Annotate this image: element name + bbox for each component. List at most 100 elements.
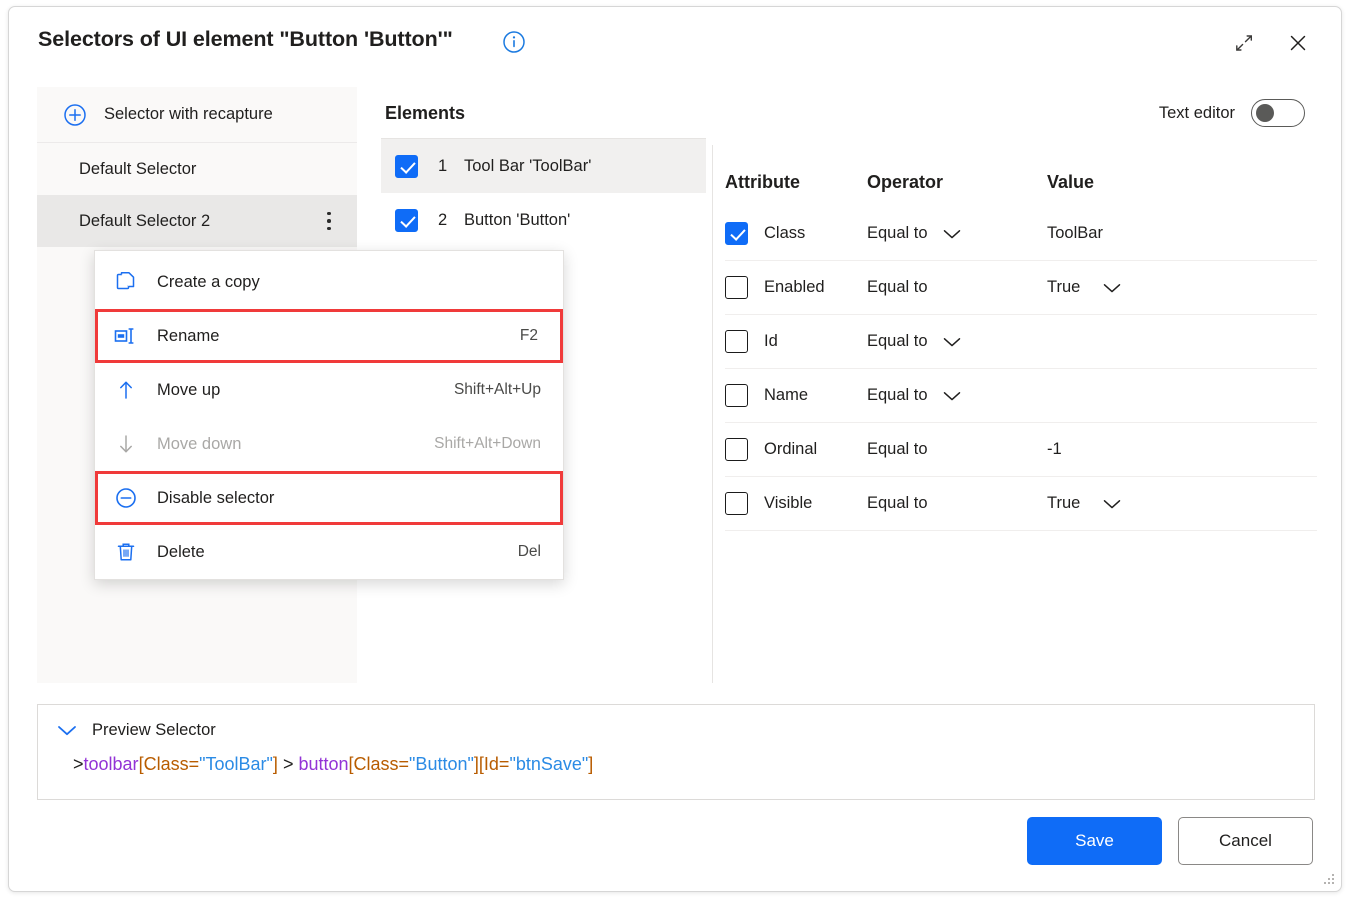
attribute-checkbox[interactable] (725, 222, 748, 245)
chevron-down-icon[interactable] (1102, 498, 1122, 510)
table-row[interactable]: Name Equal to (725, 369, 1317, 423)
text-editor-toggle[interactable] (1251, 99, 1305, 127)
menu-item-shortcut: Shift+Alt+Down (434, 435, 541, 453)
table-row[interactable]: Id Equal to (725, 315, 1317, 369)
menu-item-delete[interactable]: Delete Del (95, 525, 563, 579)
elements-heading-label: Elements (385, 103, 465, 124)
arrow-up-icon (113, 377, 139, 403)
code-token-tag: toolbar (84, 754, 139, 774)
table-row[interactable]: Enabled Equal to True (725, 261, 1317, 315)
attribute-checkbox[interactable] (725, 384, 748, 407)
code-token-br: = (189, 754, 200, 774)
operator-value: Equal to (867, 494, 928, 513)
save-button[interactable]: Save (1027, 817, 1162, 865)
chevron-down-icon[interactable] (1102, 282, 1122, 294)
element-row-toolbar[interactable]: 1 Tool Bar 'ToolBar' (381, 139, 706, 193)
element-checkbox[interactable] (395, 209, 418, 232)
selector-with-recapture-button[interactable]: Selector with recapture (37, 87, 357, 143)
operator-cell[interactable]: Equal to (867, 332, 1047, 351)
expand-diagonal-icon[interactable] (1223, 23, 1265, 63)
menu-item-disable-selector[interactable]: Disable selector (95, 471, 563, 525)
element-label: Button 'Button' (464, 211, 570, 230)
value-cell[interactable]: True (1047, 278, 1277, 297)
attribute-checkbox[interactable] (725, 438, 748, 461)
attribute-name: Id (764, 332, 778, 351)
operator-value: Equal to (867, 278, 928, 297)
menu-item-shortcut: Shift+Alt+Up (454, 381, 541, 399)
value-cell[interactable]: ToolBar (1047, 224, 1277, 243)
element-checkbox[interactable] (395, 155, 418, 178)
operator-cell[interactable]: Equal to (867, 440, 1047, 459)
column-header-value: Value (1047, 172, 1277, 193)
menu-item-label: Delete (157, 543, 205, 562)
attribute-name-cell: Name (725, 384, 867, 407)
attribute-name: Visible (764, 494, 812, 513)
attribute-name-cell: Ordinal (725, 438, 867, 461)
value-text: True (1047, 494, 1080, 513)
info-circle-icon[interactable] (501, 29, 527, 55)
value-text: -1 (1047, 440, 1062, 459)
code-token-attr: Class (144, 754, 189, 774)
code-token-br: = (499, 754, 510, 774)
element-label: Tool Bar 'ToolBar' (464, 157, 591, 176)
selector-with-recapture-label: Selector with recapture (104, 105, 273, 124)
attribute-name-cell: Visible (725, 492, 867, 515)
attribute-checkbox[interactable] (725, 492, 748, 515)
attribute-name: Enabled (764, 278, 825, 297)
divider (381, 138, 706, 139)
page-title: Selectors of UI element "Button 'Button'… (38, 27, 453, 52)
close-x-icon[interactable] (1277, 23, 1319, 63)
operator-cell[interactable]: Equal to (867, 494, 1047, 513)
sidebar-item-default-selector[interactable]: Default Selector (37, 143, 357, 195)
column-header-attribute: Attribute (725, 172, 867, 193)
code-token-str: "Button" (409, 754, 474, 774)
rename-icon (113, 323, 139, 349)
element-row-button[interactable]: 2 Button 'Button' (381, 193, 706, 247)
table-row[interactable]: Ordinal Equal to -1 (725, 423, 1317, 477)
chevron-down-icon[interactable] (942, 390, 962, 402)
value-text: True (1047, 278, 1080, 297)
menu-item-label: Move down (157, 435, 241, 454)
table-row[interactable]: Class Equal to ToolBar (725, 207, 1317, 261)
more-vertical-icon[interactable] (318, 206, 340, 236)
sidebar-item-label: Default Selector 2 (79, 212, 210, 231)
menu-item-label: Create a copy (157, 273, 260, 292)
table-row[interactable]: Visible Equal to True (725, 477, 1317, 531)
menu-item-create-a-copy[interactable]: Create a copy (95, 255, 563, 309)
menu-item-move-up[interactable]: Move up Shift+Alt+Up (95, 363, 563, 417)
preview-selector-toggle[interactable]: Preview Selector (38, 705, 1314, 740)
sidebar-item-default-selector-2[interactable]: Default Selector 2 (37, 195, 357, 247)
menu-item-shortcut: Del (518, 543, 541, 561)
dialog-titlebar: Selectors of UI element "Button 'Button'… (9, 7, 1341, 81)
attribute-checkbox[interactable] (725, 330, 748, 353)
operator-cell[interactable]: Equal to (867, 278, 1047, 297)
value-text: ToolBar (1047, 224, 1103, 243)
operator-cell[interactable]: Equal to (867, 386, 1047, 405)
operator-cell[interactable]: Equal to (867, 224, 1047, 243)
operator-value: Equal to (867, 332, 928, 351)
elements-heading: Elements (381, 87, 706, 139)
text-editor-label: Text editor (1159, 104, 1235, 123)
operator-value: Equal to (867, 440, 928, 459)
selectors-dialog: Selectors of UI element "Button 'Button'… (8, 6, 1342, 892)
menu-item-rename[interactable]: Rename F2 (95, 309, 563, 363)
attribute-name: Ordinal (764, 440, 817, 459)
attribute-checkbox[interactable] (725, 276, 748, 299)
element-index: 2 (438, 211, 452, 230)
operator-value: Equal to (867, 224, 928, 243)
menu-item-shortcut: F2 (520, 327, 538, 345)
code-token-gt: > (278, 754, 299, 774)
resize-grip-icon[interactable] (1320, 870, 1336, 886)
minus-circle-icon (113, 485, 139, 511)
dialog-footer: Save Cancel (1027, 817, 1313, 865)
chevron-down-icon[interactable] (942, 336, 962, 348)
attributes-header-row: Attribute Operator Value (725, 157, 1317, 207)
value-cell[interactable]: True (1047, 494, 1277, 513)
value-cell[interactable]: -1 (1047, 440, 1277, 459)
chevron-down-icon (56, 724, 78, 737)
cancel-button[interactable]: Cancel (1178, 817, 1313, 865)
element-index: 1 (438, 157, 452, 176)
sidebar-item-label: Default Selector (79, 160, 196, 179)
chevron-down-icon[interactable] (942, 228, 962, 240)
menu-item-label: Move up (157, 381, 220, 400)
